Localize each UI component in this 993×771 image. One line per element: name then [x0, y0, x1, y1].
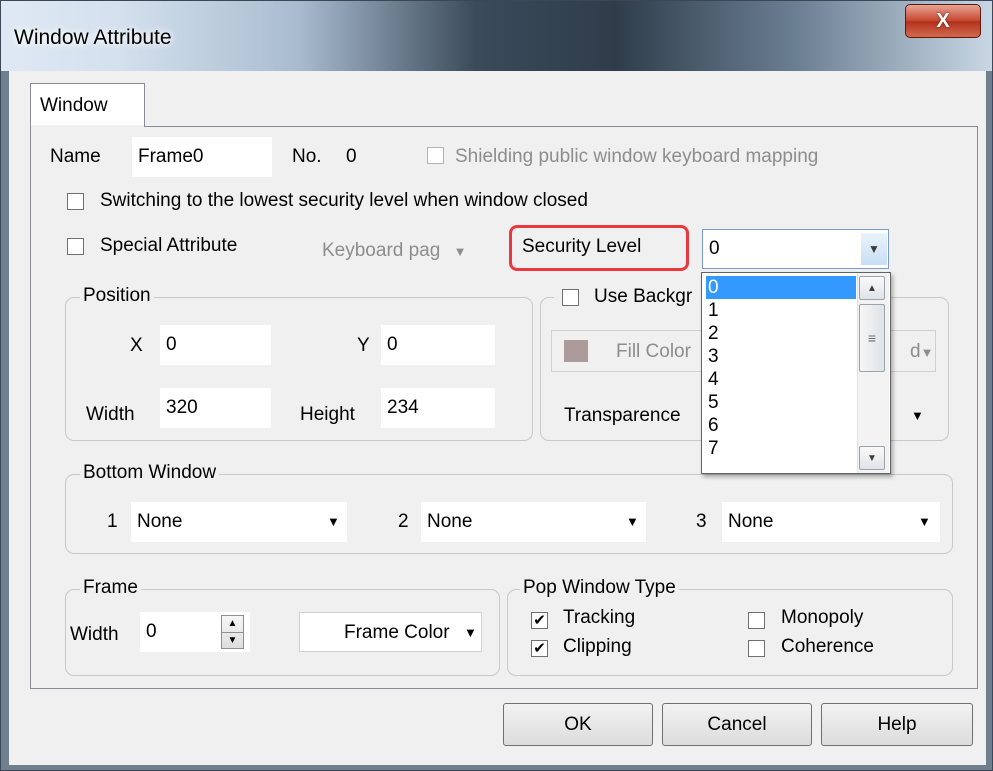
frame-color-button[interactable]: Frame Color ▼	[299, 612, 482, 652]
tab-window-label: Window	[40, 94, 108, 116]
keyboard-page-value: Keyboard pag	[322, 240, 441, 261]
security-level-option[interactable]: 0	[706, 276, 856, 299]
chevron-down-icon: ▼	[464, 625, 477, 640]
pop-window-type-group	[507, 589, 953, 676]
security-level-option[interactable]: 4	[706, 368, 856, 391]
tab-join	[31, 125, 144, 128]
ok-button[interactable]: OK	[503, 703, 653, 746]
stepper-up-icon[interactable]: ▲	[222, 616, 243, 633]
bottom-window-group-title: Bottom Window	[80, 462, 220, 484]
frame-width-label: Width	[70, 624, 119, 645]
grip-icon: ≡	[867, 330, 877, 346]
fill-color-swatch	[564, 340, 588, 362]
chevron-down-icon: ▼	[626, 514, 639, 529]
clipping-checkbox[interactable]: ✔	[531, 640, 548, 657]
transparence-dropdown-icon[interactable]: ▼	[911, 408, 924, 423]
help-button[interactable]: Help	[821, 703, 973, 746]
no-label: No.	[292, 146, 322, 167]
security-level-option[interactable]: 1	[706, 299, 856, 322]
bottom-window-3-value: None	[728, 511, 774, 532]
security-level-option[interactable]: 5	[706, 391, 856, 414]
bottom-window-2-index: 2	[398, 511, 409, 532]
shielding-checkbox[interactable]	[427, 147, 444, 164]
security-level-value: 0	[709, 238, 720, 259]
tracking-label: Tracking	[563, 607, 636, 628]
frame-width-stepper[interactable]: ▲ ▼	[221, 615, 244, 649]
name-label: Name	[50, 146, 101, 167]
keyboard-page-select: Keyboard pag ▼	[322, 240, 466, 262]
bottom-window-3-select[interactable]: None ▼	[722, 502, 940, 542]
name-input[interactable]: Frame0	[132, 137, 272, 177]
x-label: X	[130, 335, 143, 356]
bottom-window-1-select[interactable]: None ▼	[131, 502, 347, 542]
chevron-down-icon: ▼	[327, 514, 340, 529]
coherence-checkbox[interactable]	[748, 640, 765, 657]
x-input[interactable]: 0	[160, 325, 271, 365]
chevron-down-icon: ▼	[920, 345, 934, 360]
frame-color-label: Frame Color	[344, 622, 450, 643]
check-icon: ✔	[533, 612, 546, 629]
chevron-down-icon: ▼	[918, 514, 931, 529]
security-level-option[interactable]: 3	[706, 345, 856, 368]
y-input[interactable]: 0	[381, 325, 495, 365]
shielding-label: Shielding public window keyboard mapping	[455, 146, 819, 167]
height-input[interactable]: 234	[381, 388, 495, 428]
width-label: Width	[86, 404, 135, 425]
fill-color-suffix: d	[910, 341, 921, 362]
security-level-option[interactable]: 6	[706, 414, 856, 437]
dropdown-scrollbar[interactable]	[857, 273, 889, 473]
security-level-option[interactable]: 7	[706, 437, 856, 460]
monopoly-label: Monopoly	[781, 607, 864, 628]
position-group-title: Position	[80, 285, 154, 307]
bottom-window-2-value: None	[427, 511, 473, 532]
scroll-down-icon[interactable]: ▼	[859, 446, 885, 470]
height-label: Height	[300, 404, 355, 425]
window-title: Window Attribute	[14, 26, 172, 49]
fill-color-label: Fill Color	[616, 341, 691, 362]
fill-color-dropdown: d▼	[910, 341, 933, 363]
stepper-down-icon[interactable]: ▼	[222, 633, 243, 649]
security-level-label: Security Level	[522, 236, 642, 257]
scrollbar-thumb[interactable]: ≡	[859, 304, 885, 372]
no-input: 0	[340, 137, 406, 177]
check-icon: ✔	[533, 640, 546, 657]
frame-width-value: 0	[146, 621, 157, 642]
coherence-label: Coherence	[781, 636, 874, 657]
bottom-window-2-select[interactable]: None ▼	[421, 502, 646, 542]
pop-window-type-title: Pop Window Type	[520, 577, 679, 599]
use-background-checkbox[interactable]	[562, 289, 579, 306]
use-background-label: Use Backgr	[594, 286, 693, 307]
bottom-window-1-value: None	[137, 511, 183, 532]
special-attribute-checkbox[interactable]	[67, 238, 84, 255]
security-level-select[interactable]: 0 ▼	[702, 229, 889, 269]
y-label: Y	[357, 335, 370, 356]
monopoly-checkbox[interactable]	[748, 612, 765, 629]
frame-group-title: Frame	[80, 577, 141, 599]
bottom-window-1-index: 1	[107, 511, 118, 532]
special-attribute-label: Special Attribute	[100, 235, 238, 256]
transparence-label: Transparence	[564, 405, 681, 426]
cancel-button[interactable]: Cancel	[662, 703, 812, 746]
tracking-checkbox[interactable]: ✔	[531, 612, 548, 629]
switching-label: Switching to the lowest security level w…	[100, 190, 588, 211]
switching-checkbox[interactable]	[67, 193, 84, 210]
chevron-down-icon[interactable]: ▼	[861, 233, 887, 265]
bottom-window-3-index: 3	[696, 511, 707, 532]
clipping-label: Clipping	[563, 636, 632, 657]
tab-window[interactable]: Window	[30, 83, 145, 127]
security-level-option[interactable]: 2	[706, 322, 856, 345]
scroll-up-icon[interactable]: ▲	[859, 276, 885, 300]
width-input[interactable]: 320	[160, 388, 271, 428]
close-button[interactable]: X	[905, 4, 981, 38]
chevron-down-icon: ▼	[453, 244, 467, 259]
close-icon: X	[936, 9, 950, 32]
